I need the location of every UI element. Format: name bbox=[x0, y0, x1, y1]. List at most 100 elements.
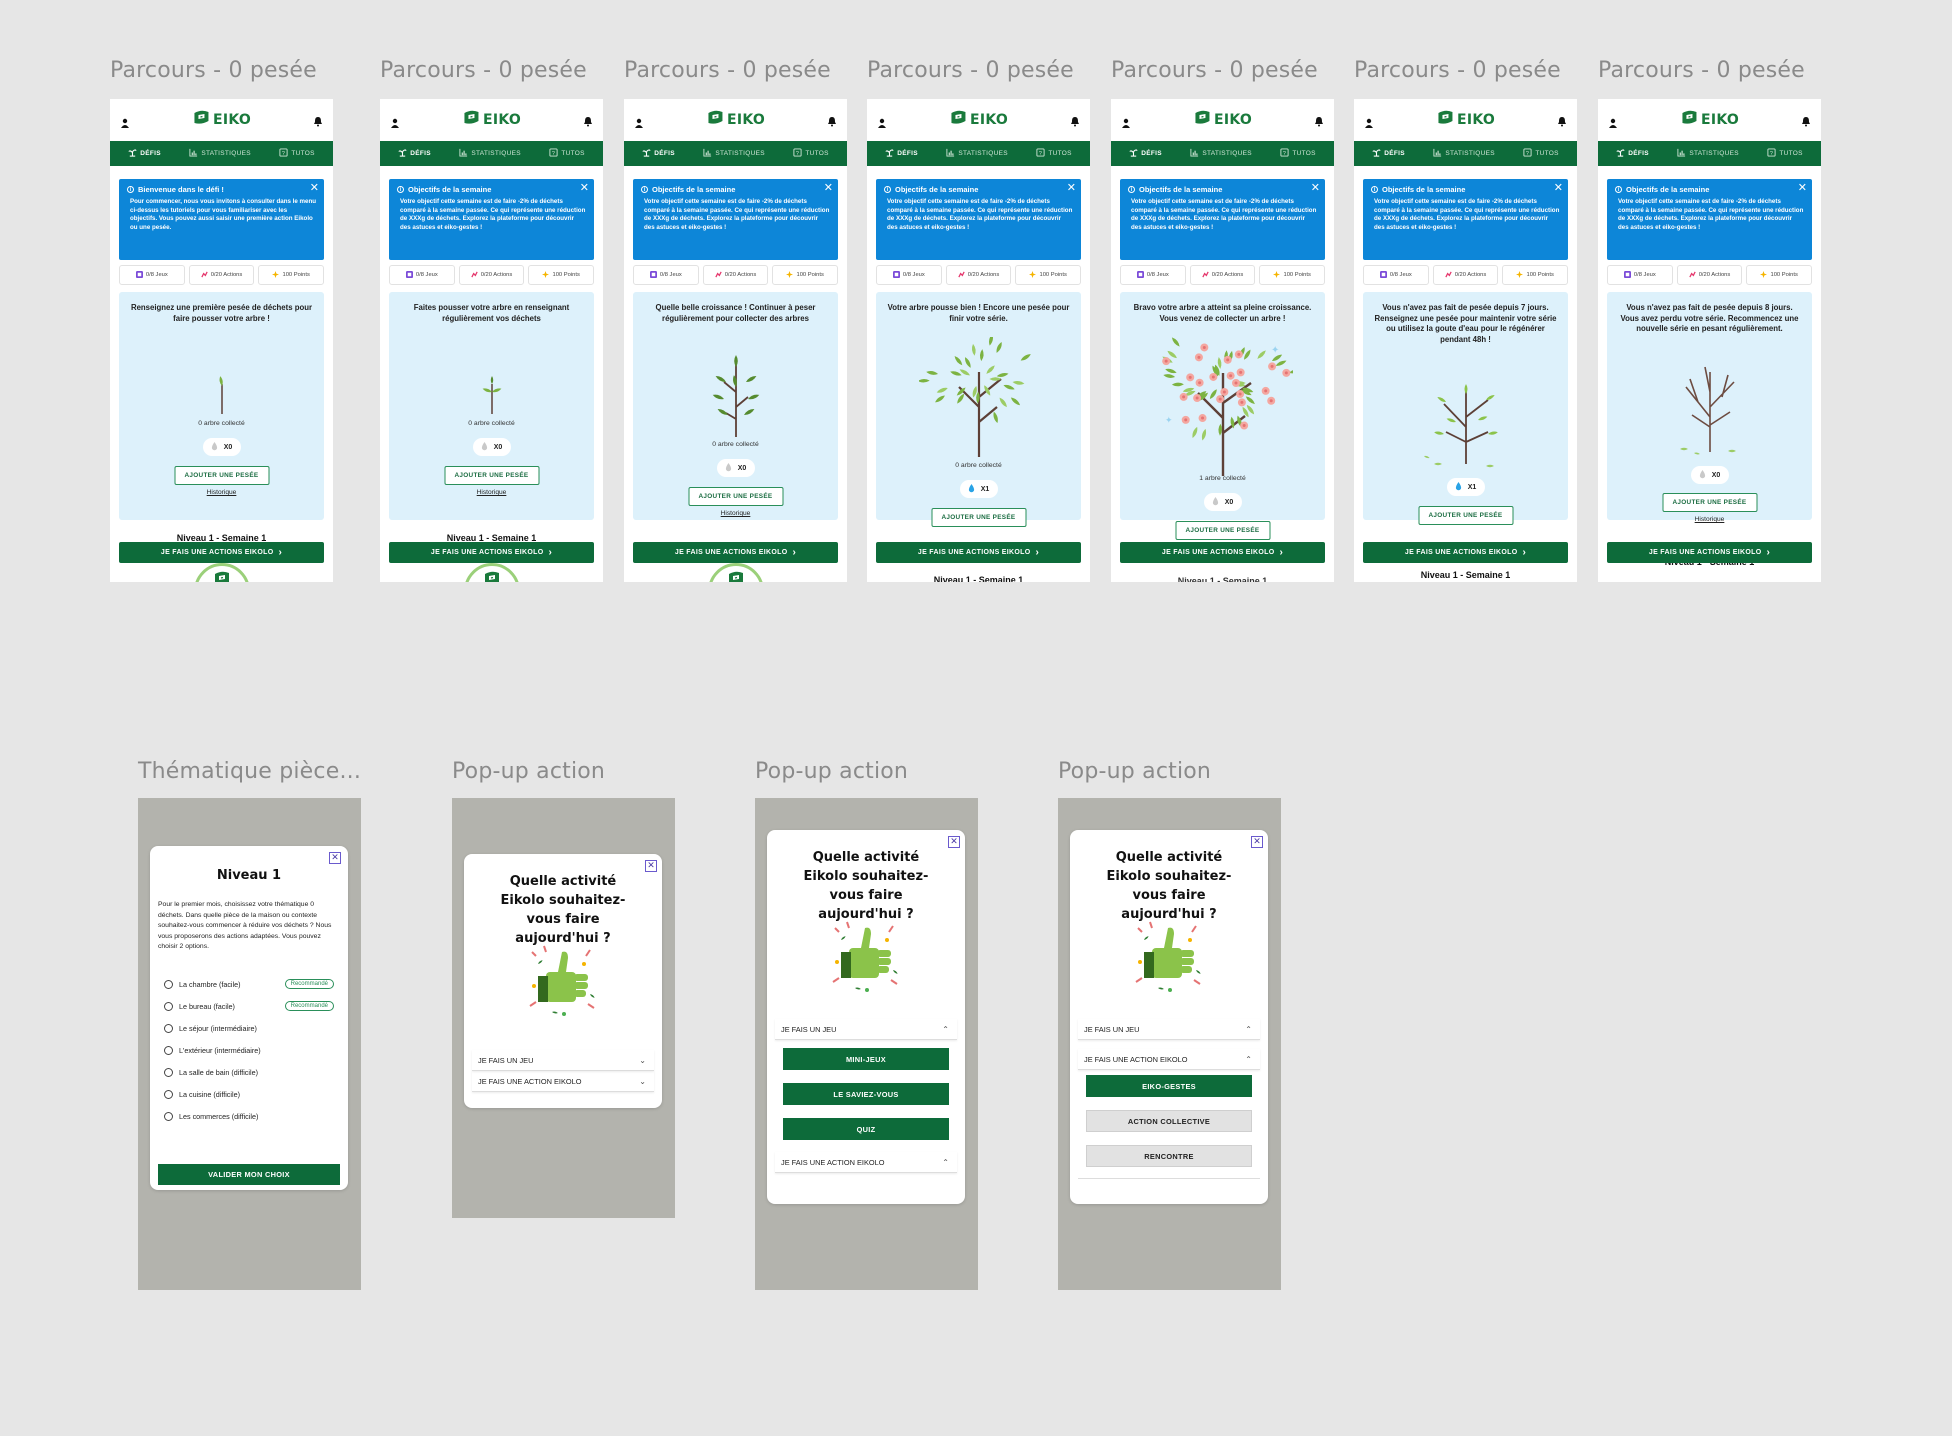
tab-tutos[interactable]: ? TUTOS bbox=[1280, 148, 1315, 159]
bell-icon[interactable] bbox=[583, 114, 593, 127]
play-game-accordion[interactable]: JE FAIS UN JEU ⌄ bbox=[472, 1050, 654, 1071]
add-weighing-button[interactable]: AJOUTER UNE PESÉE bbox=[444, 466, 539, 485]
eikolo-action-button[interactable]: JE FAIS UNE ACTIONS EIKOLO › bbox=[119, 542, 324, 563]
history-link[interactable]: Historique bbox=[633, 510, 838, 517]
add-weighing-button[interactable]: AJOUTER UNE PESÉE bbox=[931, 508, 1026, 527]
game-option-button[interactable]: MINI-JEUX bbox=[783, 1048, 949, 1070]
game-option-button[interactable]: QUIZ bbox=[783, 1118, 949, 1140]
tab-defis[interactable]: DÉFIS bbox=[1129, 148, 1162, 159]
action-option-button[interactable]: RENCONTRE bbox=[1086, 1145, 1252, 1167]
user-icon[interactable] bbox=[1364, 115, 1374, 128]
tab-statistiques[interactable]: STATISTIQUES bbox=[189, 148, 251, 159]
theme-option[interactable]: Les commerces (difficile) bbox=[164, 1109, 334, 1123]
history-link[interactable]: Historique bbox=[389, 489, 594, 496]
history-link[interactable]: Historique bbox=[1607, 516, 1812, 523]
tab-defis[interactable]: DÉFIS bbox=[1616, 148, 1649, 159]
tab-tutos[interactable]: ? TUTOS bbox=[279, 148, 314, 159]
eikolo-action-button[interactable]: JE FAIS UNE ACTIONS EIKOLO › bbox=[1607, 542, 1812, 563]
close-icon[interactable]: ✕ bbox=[310, 181, 319, 194]
do-action-accordion[interactable]: JE FAIS UNE ACTION EIKOLO ⌃ bbox=[775, 1152, 957, 1173]
close-icon[interactable]: ✕ bbox=[645, 860, 657, 872]
user-icon[interactable] bbox=[1608, 115, 1618, 128]
radio-button[interactable] bbox=[164, 1023, 173, 1033]
eikolo-action-button[interactable]: JE FAIS UNE ACTIONS EIKOLO › bbox=[876, 542, 1081, 563]
water-drop-counter[interactable]: X0 bbox=[202, 438, 241, 456]
bell-icon[interactable] bbox=[827, 114, 837, 127]
tab-tutos[interactable]: ? TUTOS bbox=[549, 148, 584, 159]
tab-defis[interactable]: DÉFIS bbox=[642, 148, 675, 159]
user-icon[interactable] bbox=[120, 115, 130, 128]
close-icon[interactable]: ✕ bbox=[824, 181, 833, 194]
tab-defis[interactable]: DÉFIS bbox=[885, 148, 918, 159]
tab-statistiques[interactable]: STATISTIQUES bbox=[703, 148, 765, 159]
tab-statistiques[interactable]: STATISTIQUES bbox=[459, 148, 521, 159]
add-weighing-button[interactable]: AJOUTER UNE PESÉE bbox=[174, 466, 269, 485]
add-weighing-button[interactable]: AJOUTER UNE PESÉE bbox=[1418, 506, 1513, 525]
tab-defis[interactable]: DÉFIS bbox=[398, 148, 431, 159]
eikolo-action-button[interactable]: JE FAIS UNE ACTIONS EIKOLO › bbox=[389, 542, 594, 563]
water-drop-counter[interactable]: X0 bbox=[472, 438, 511, 456]
tab-tutos[interactable]: ? TUTOS bbox=[793, 148, 828, 159]
close-icon[interactable]: ✕ bbox=[1067, 181, 1076, 194]
bell-icon[interactable] bbox=[1070, 114, 1080, 127]
tab-tutos[interactable]: ? TUTOS bbox=[1767, 148, 1802, 159]
add-weighing-button[interactable]: AJOUTER UNE PESÉE bbox=[1175, 521, 1270, 540]
eikolo-action-button[interactable]: JE FAIS UNE ACTIONS EIKOLO › bbox=[1363, 542, 1568, 563]
tab-defis[interactable]: DÉFIS bbox=[1372, 148, 1405, 159]
app-logo[interactable]: EIKO bbox=[1436, 109, 1495, 130]
play-game-accordion[interactable]: JE FAIS UN JEU ⌃ bbox=[1078, 1019, 1260, 1040]
tab-statistiques[interactable]: STATISTIQUES bbox=[946, 148, 1008, 159]
theme-option[interactable]: La chambre (facile) Recommandé bbox=[164, 977, 334, 991]
app-logo[interactable]: EIKO bbox=[949, 109, 1008, 130]
close-icon[interactable]: ✕ bbox=[1251, 836, 1263, 848]
close-icon[interactable]: ✕ bbox=[1798, 181, 1807, 194]
bell-icon[interactable] bbox=[1314, 114, 1324, 127]
close-icon[interactable]: ✕ bbox=[948, 836, 960, 848]
theme-option[interactable]: Le bureau (facile) Recommandé bbox=[164, 999, 334, 1013]
tab-defis[interactable]: DÉFIS bbox=[128, 148, 161, 159]
bell-icon[interactable] bbox=[1801, 114, 1811, 127]
user-icon[interactable] bbox=[390, 115, 400, 128]
radio-button[interactable] bbox=[164, 1045, 173, 1055]
history-link[interactable]: Historique bbox=[119, 489, 324, 496]
tab-statistiques[interactable]: STATISTIQUES bbox=[1190, 148, 1252, 159]
water-drop-counter[interactable]: X1 bbox=[959, 480, 998, 498]
water-drop-counter[interactable]: X0 bbox=[1690, 466, 1729, 484]
water-drop-counter[interactable]: X0 bbox=[1203, 493, 1242, 511]
tab-tutos[interactable]: ? TUTOS bbox=[1523, 148, 1558, 159]
water-drop-counter[interactable]: X1 bbox=[1446, 478, 1485, 496]
play-game-accordion[interactable]: JE FAIS UN JEU ⌃ bbox=[775, 1019, 957, 1040]
do-action-accordion[interactable]: JE FAIS UNE ACTION EIKOLO ⌃ bbox=[1078, 1049, 1260, 1070]
radio-button[interactable] bbox=[164, 979, 173, 989]
tab-statistiques[interactable]: STATISTIQUES bbox=[1677, 148, 1739, 159]
app-logo[interactable]: EIKO bbox=[462, 109, 521, 130]
radio-button[interactable] bbox=[164, 1067, 173, 1077]
validate-choice-button[interactable]: VALIDER MON CHOIX bbox=[158, 1164, 340, 1185]
radio-button[interactable] bbox=[164, 1111, 173, 1121]
theme-option[interactable]: L'extérieur (intermédiaire) bbox=[164, 1043, 334, 1057]
theme-option[interactable]: La salle de bain (difficile) bbox=[164, 1065, 334, 1079]
do-action-accordion[interactable]: JE FAIS UNE ACTION EIKOLO ⌄ bbox=[472, 1071, 654, 1092]
radio-button[interactable] bbox=[164, 1001, 173, 1011]
app-logo[interactable]: EIKO bbox=[192, 109, 251, 130]
water-drop-counter[interactable]: X0 bbox=[716, 459, 755, 477]
close-icon[interactable]: ✕ bbox=[329, 852, 341, 864]
close-icon[interactable]: ✕ bbox=[1554, 181, 1563, 194]
tab-statistiques[interactable]: STATISTIQUES bbox=[1433, 148, 1495, 159]
user-icon[interactable] bbox=[634, 115, 644, 128]
app-logo[interactable]: EIKO bbox=[1680, 109, 1739, 130]
eikolo-action-button[interactable]: JE FAIS UNE ACTIONS EIKOLO › bbox=[1120, 542, 1325, 563]
user-icon[interactable] bbox=[1121, 115, 1131, 128]
bell-icon[interactable] bbox=[1557, 114, 1567, 127]
add-weighing-button[interactable]: AJOUTER UNE PESÉE bbox=[1662, 493, 1757, 512]
app-logo[interactable]: EIKO bbox=[1193, 109, 1252, 130]
theme-option[interactable]: La cuisine (difficile) bbox=[164, 1087, 334, 1101]
bell-icon[interactable] bbox=[313, 114, 323, 127]
close-icon[interactable]: ✕ bbox=[580, 181, 589, 194]
action-option-button[interactable]: ACTION COLLECTIVE bbox=[1086, 1110, 1252, 1132]
theme-option[interactable]: Le séjour (intermédiaire) bbox=[164, 1021, 334, 1035]
close-icon[interactable]: ✕ bbox=[1311, 181, 1320, 194]
radio-button[interactable] bbox=[164, 1089, 173, 1099]
user-icon[interactable] bbox=[877, 115, 887, 128]
tab-tutos[interactable]: ? TUTOS bbox=[1036, 148, 1071, 159]
